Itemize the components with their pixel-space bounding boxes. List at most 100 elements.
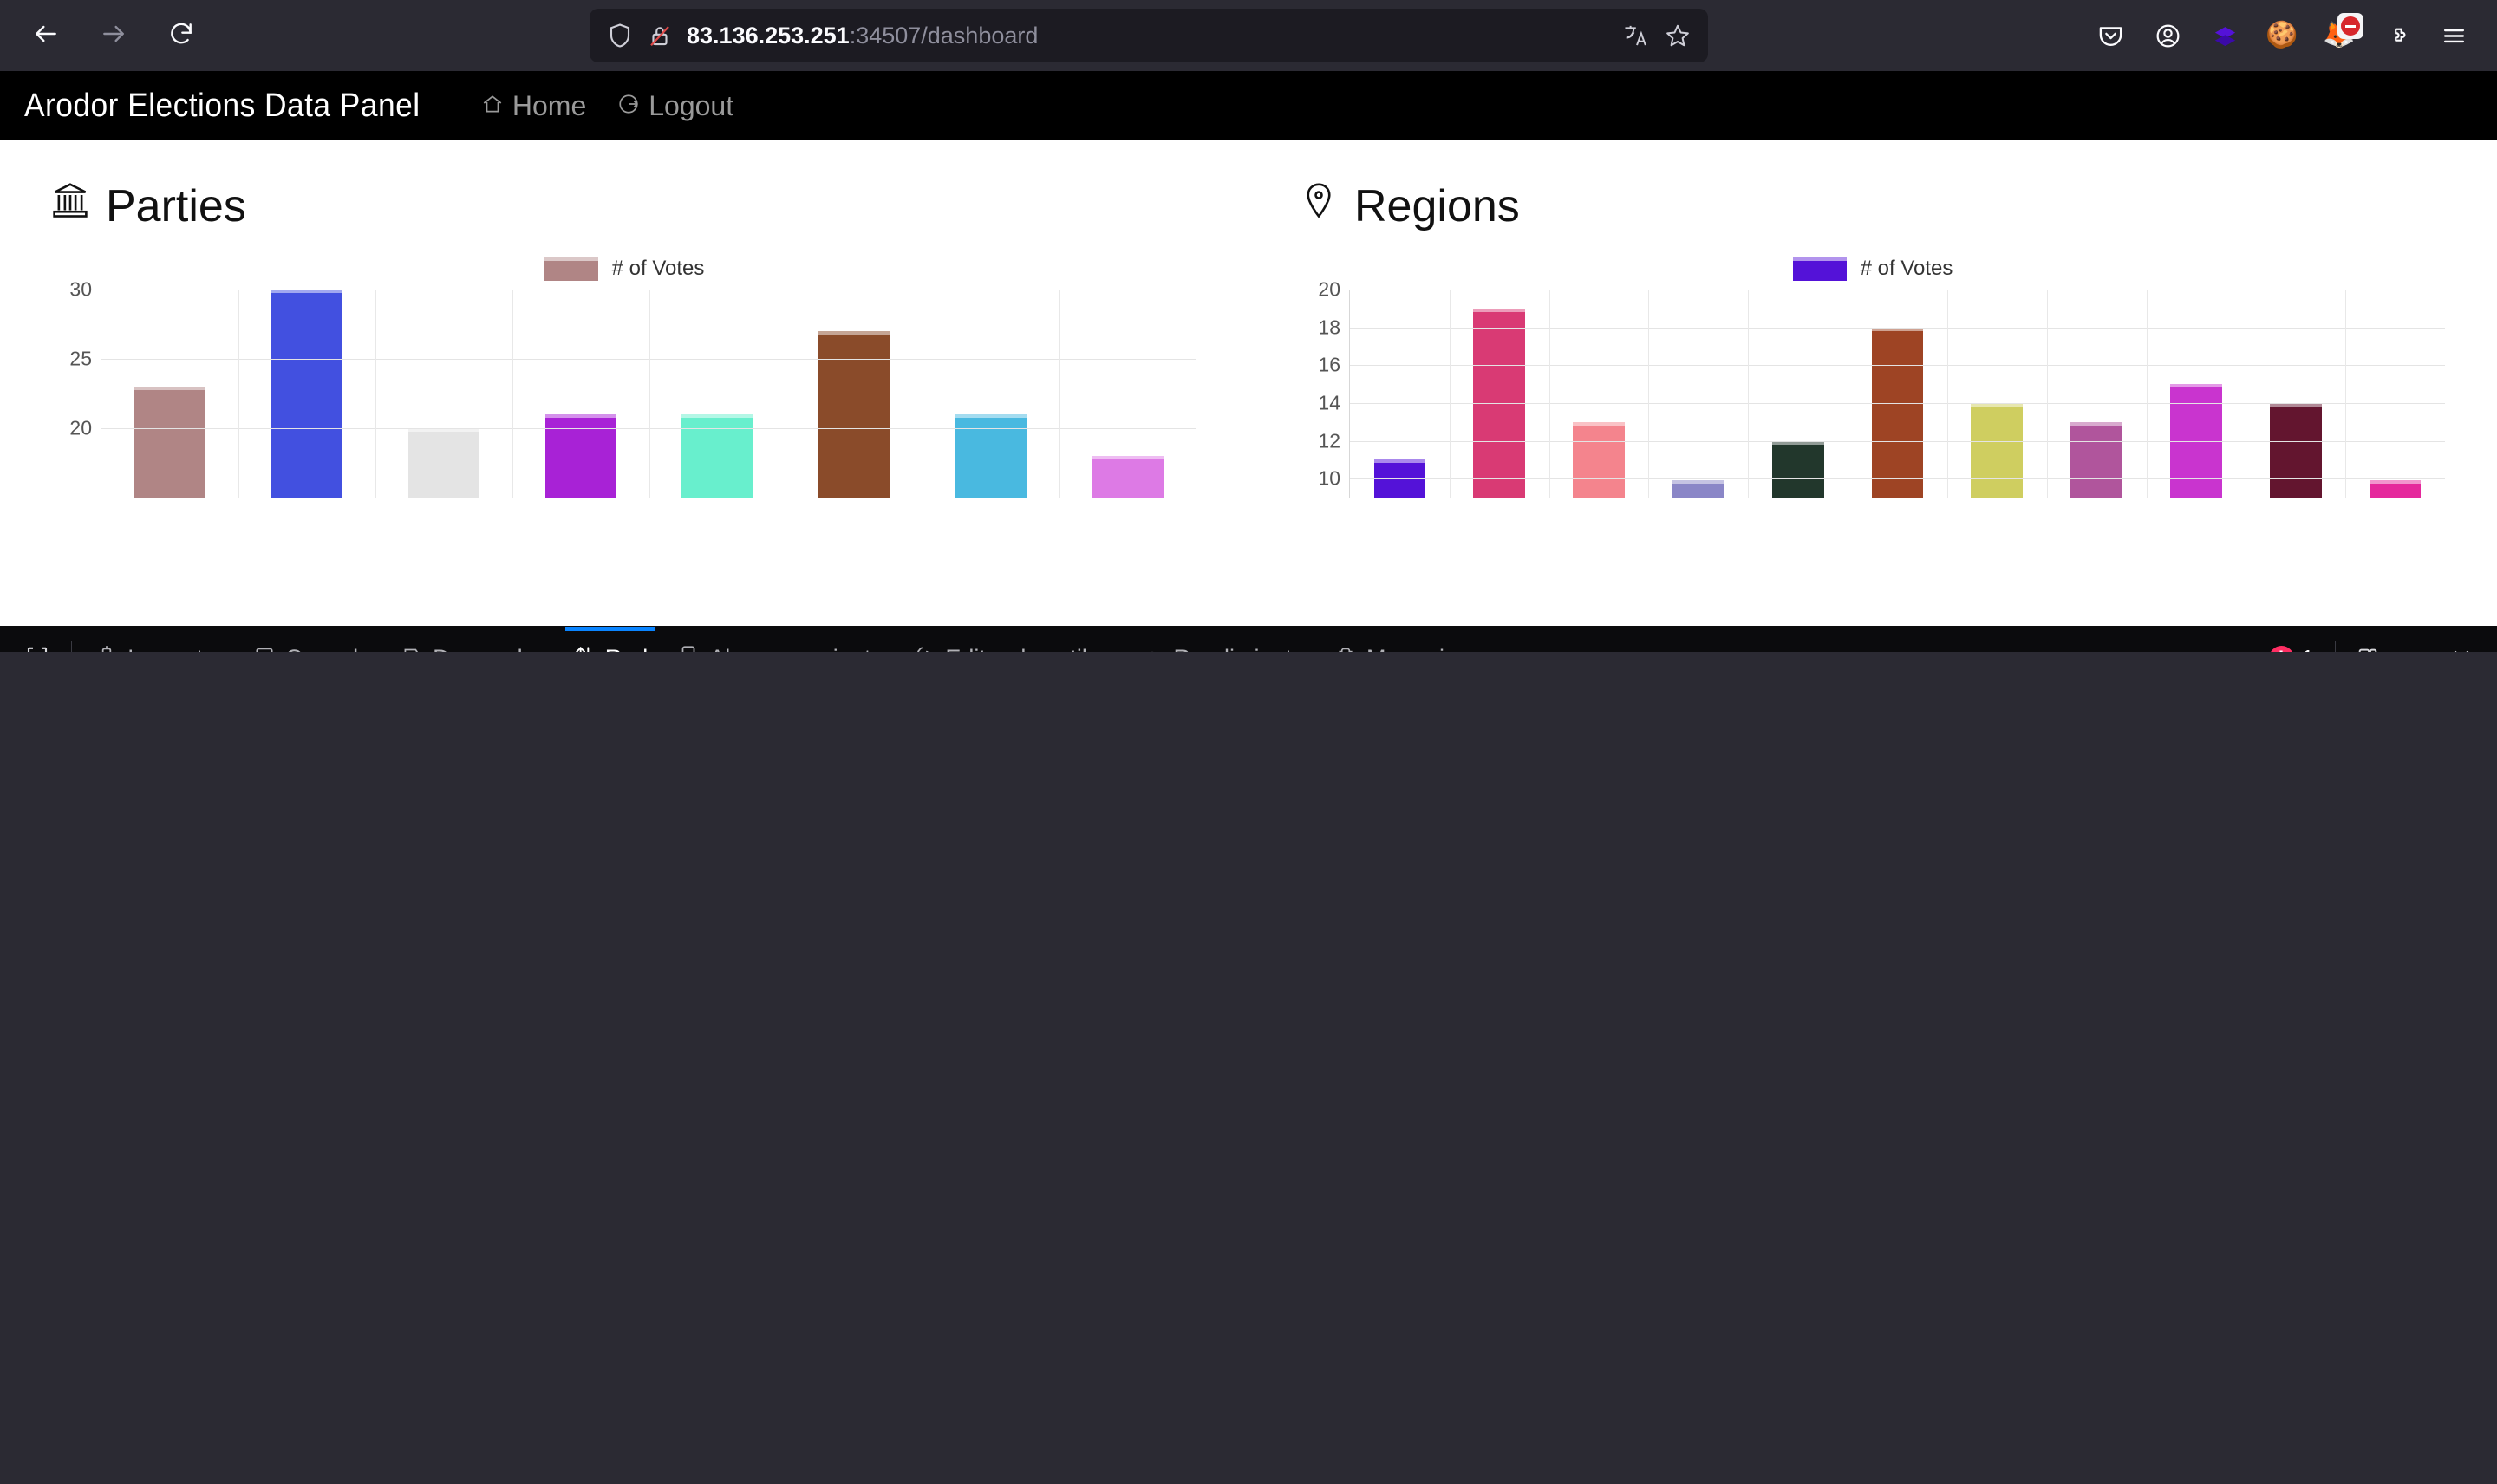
chart-regions: Regions # of Votes 10 12 14 16 18 20 xyxy=(1248,140,2497,498)
bar[interactable] xyxy=(681,414,753,498)
devtools-tab-editor-de-estilos[interactable]: Editor de estilos xyxy=(898,627,1126,652)
devtools-tab-rendimiento[interactable]: Rendimiento xyxy=(1126,627,1320,652)
translate-icon[interactable] xyxy=(1623,23,1651,49)
bar[interactable] xyxy=(134,387,205,498)
reload-button[interactable] xyxy=(154,9,208,62)
axis-tick-label: 14 xyxy=(1318,391,1340,414)
double-chevron-right-icon: » xyxy=(1487,645,1500,653)
bar[interactable] xyxy=(955,414,1027,498)
devtools-tab-label: Editor de estilos xyxy=(945,645,1112,653)
close-icon[interactable] xyxy=(2438,635,2485,652)
devtools-tab-label: Red xyxy=(605,645,649,653)
devtools-tabs-overflow[interactable]: » xyxy=(1472,627,1515,653)
bank-icon xyxy=(52,180,88,232)
toolbar-divider xyxy=(71,641,72,652)
app-menu-icon[interactable] xyxy=(2429,11,2478,60)
bar-slot xyxy=(2047,290,2147,498)
bar[interactable] xyxy=(544,414,616,498)
more-options-icon[interactable] xyxy=(2391,635,2438,652)
devtools-tab-red[interactable]: Red xyxy=(558,627,663,652)
gridline-vertical xyxy=(1946,290,1948,498)
gridline-horizontal xyxy=(1350,478,2445,480)
bar-slot xyxy=(512,290,649,498)
gridline-vertical xyxy=(512,290,513,498)
bar[interactable] xyxy=(1871,327,1924,498)
logout-icon xyxy=(617,90,640,122)
nav-item-home[interactable]: Home xyxy=(481,90,586,122)
bar[interactable] xyxy=(2070,421,2122,498)
axis-tick-label: 16 xyxy=(1318,353,1340,376)
forward-button[interactable] xyxy=(87,9,140,62)
axis-tick-label: 18 xyxy=(1318,316,1340,339)
nav-label-logout: Logout xyxy=(649,89,734,121)
browser-action-icons: 🍪 🦊 xyxy=(2086,11,2478,60)
bar[interactable] xyxy=(2369,480,2422,498)
devtools-tab-consola[interactable]: Consola xyxy=(238,627,386,652)
axis-tick-label: 25 xyxy=(69,347,92,370)
devtools-tab-memoria[interactable]: Memoria xyxy=(1320,627,1472,652)
gridline-vertical xyxy=(1648,290,1650,498)
url-path: :34507/dashboard xyxy=(849,22,1039,49)
gridline-vertical xyxy=(1748,290,1750,498)
bar-slot xyxy=(238,290,375,498)
bar[interactable] xyxy=(1092,456,1164,498)
inspector-icon xyxy=(95,643,118,652)
bar-slot xyxy=(375,290,512,498)
element-picker-icon[interactable] xyxy=(12,633,62,652)
error-counter[interactable]: ! 1 xyxy=(2257,645,2326,652)
extension-purple-icon[interactable] xyxy=(2200,11,2249,60)
chart-parties: Parties # of Votes 20 25 30 xyxy=(0,140,1248,498)
extensions-puzzle-icon[interactable] xyxy=(2372,11,2421,60)
bar[interactable] xyxy=(1672,480,1724,498)
shield-icon[interactable] xyxy=(607,23,633,49)
axis-tick-label: 12 xyxy=(1318,429,1340,452)
debugger-icon xyxy=(401,643,423,652)
gridline-horizontal xyxy=(1350,440,2445,442)
bar-slot xyxy=(1350,290,1450,498)
bar[interactable] xyxy=(1971,402,2024,498)
page-title: Arodor Elections Data Panel xyxy=(24,87,421,124)
browser-toolbar: 83.136.253.251:34507/dashboard 🍪 🦊 xyxy=(0,0,2497,71)
gridline-vertical xyxy=(649,290,650,498)
pocket-icon[interactable] xyxy=(2086,11,2135,60)
bar-slot xyxy=(2246,290,2345,498)
bar-slot xyxy=(2345,290,2445,498)
dock-layout-icon[interactable] xyxy=(2344,635,2391,652)
gridline-vertical xyxy=(1548,290,1550,498)
error-badge-icon: ! xyxy=(2268,645,2294,652)
chart-regions-yaxis: 10 12 14 16 18 20 xyxy=(1301,278,1349,498)
urlbar-container: 83.136.253.251:34507/dashboard xyxy=(227,9,2070,62)
devtools-tab-inspector[interactable]: Inspector xyxy=(81,627,238,652)
url-text[interactable]: 83.136.253.251:34507/dashboard xyxy=(687,23,1609,49)
foxyproxy-extension-icon[interactable]: 🦊 xyxy=(2315,11,2363,60)
cookie-extension-icon[interactable]: 🍪 xyxy=(2258,11,2306,60)
back-button[interactable] xyxy=(19,9,73,62)
devtools-tab-depurador[interactable]: Depurador xyxy=(386,627,558,652)
nav-item-logout[interactable]: Logout xyxy=(617,90,733,122)
bar[interactable] xyxy=(271,290,342,498)
bar[interactable] xyxy=(1573,421,1625,498)
bar[interactable] xyxy=(818,331,890,498)
bar-slot xyxy=(649,290,786,498)
legend-swatch-regions xyxy=(1792,257,1847,281)
gridline-vertical xyxy=(2146,290,2148,498)
insecure-lock-icon[interactable] xyxy=(647,23,673,49)
address-bar[interactable]: 83.136.253.251:34507/dashboard xyxy=(590,9,1708,62)
chart-regions-title: Regions xyxy=(1354,181,1520,231)
bar[interactable] xyxy=(407,428,479,498)
gridline-vertical xyxy=(375,290,376,498)
bar-slot xyxy=(923,290,1059,498)
blocked-badge-icon xyxy=(2337,13,2363,39)
reload-icon xyxy=(167,20,195,52)
legend-swatch-parties xyxy=(544,257,598,281)
chart-parties-plot-area xyxy=(101,290,1196,498)
devtools-tab-almacenamiento[interactable]: Almacenamiento xyxy=(662,627,898,652)
axis-tick-label: 30 xyxy=(69,277,92,301)
bar[interactable] xyxy=(1771,440,1824,498)
account-icon[interactable] xyxy=(2143,11,2192,60)
gridline-vertical xyxy=(1059,290,1061,498)
chart-parties-legend: # of Votes xyxy=(52,257,1196,281)
star-icon[interactable] xyxy=(1665,23,1691,49)
toolbar-divider xyxy=(2335,641,2336,652)
bar[interactable] xyxy=(2269,402,2322,498)
